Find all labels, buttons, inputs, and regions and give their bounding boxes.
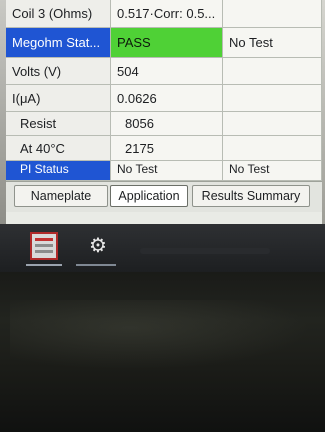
app-window: Coil 3 (Ohms) 0.517·Corr: 0.5... Megohm …	[6, 0, 322, 236]
report-app-icon[interactable]	[30, 232, 58, 260]
row-extra: No Test	[223, 161, 322, 181]
row-label: Megohm Stat...	[6, 28, 111, 58]
row-extra	[223, 0, 322, 28]
row-value: 2175	[111, 136, 223, 161]
row-extra	[223, 112, 322, 136]
tab-results-summary[interactable]: Results Summary	[192, 185, 310, 207]
row-value: 0.517·Corr: 0.5...	[111, 0, 223, 28]
row-value: 0.0626	[111, 85, 223, 112]
table-row[interactable]: At 40°C 2175	[6, 136, 322, 161]
active-indicator	[76, 264, 116, 266]
row-label: Resist	[6, 112, 111, 136]
taskbar-blur	[140, 248, 270, 254]
active-indicator	[26, 264, 62, 266]
row-value: No Test	[111, 161, 223, 181]
bezel-reflection	[10, 300, 310, 370]
row-extra	[223, 136, 322, 161]
gear-app-icon[interactable]: ⚙	[86, 234, 110, 258]
table-row[interactable]: I(μA) 0.0626	[6, 85, 322, 112]
row-label: At 40°C	[6, 136, 111, 161]
table-row[interactable]: Megohm Stat... PASS No Test	[6, 28, 322, 58]
tab-nameplate[interactable]: Nameplate	[14, 185, 108, 207]
row-value: 504	[111, 58, 223, 85]
table-row[interactable]: Resist 8056	[6, 112, 322, 136]
tab-bar: Nameplate Application Results Summary	[6, 181, 322, 212]
tab-application[interactable]: Application	[110, 185, 188, 207]
table-row[interactable]: PI Status No Test No Test	[6, 161, 322, 181]
row-extra	[223, 85, 322, 112]
row-label: Coil 3 (Ohms)	[6, 0, 111, 28]
table-row[interactable]: Volts (V) 504	[6, 58, 322, 85]
row-value: 8056	[111, 112, 223, 136]
table-row[interactable]: Coil 3 (Ohms) 0.517·Corr: 0.5...	[6, 0, 322, 28]
row-label: I(μA)	[6, 85, 111, 112]
taskbar: ⚙	[0, 224, 325, 272]
row-extra: No Test	[223, 28, 322, 58]
row-extra	[223, 58, 322, 85]
pass-status: PASS	[111, 28, 223, 58]
row-label: Volts (V)	[6, 58, 111, 85]
row-label: PI Status	[6, 161, 111, 181]
